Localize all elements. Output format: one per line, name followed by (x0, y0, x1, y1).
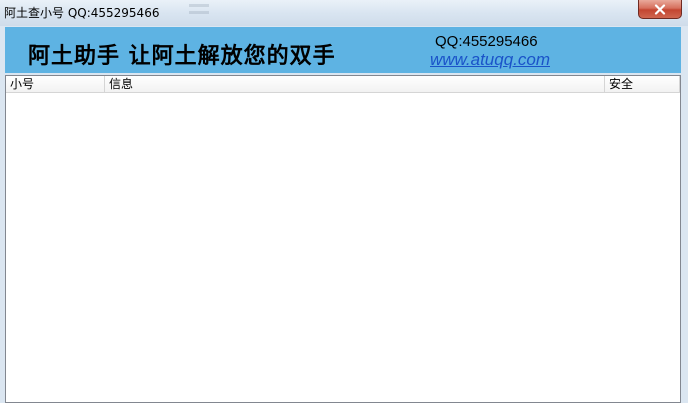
account-list[interactable]: 小号 信息 安全 (5, 75, 681, 403)
column-header-security[interactable]: 安全 (605, 76, 680, 92)
close-icon (654, 3, 666, 15)
banner: 阿土助手 让阿土解放您的双手 QQ:455295466 www.atuqq.co… (5, 27, 681, 73)
background-artifact (185, 0, 215, 24)
banner-url-link[interactable]: www.atuqq.com (430, 50, 550, 70)
list-header: 小号 信息 安全 (6, 76, 680, 93)
column-header-account[interactable]: 小号 (6, 76, 105, 92)
window-titlebar[interactable]: 阿土查小号 QQ:455295466 (0, 0, 688, 26)
banner-qq: QQ:455295466 (435, 33, 538, 50)
window-title: 阿土查小号 QQ:455295466 (4, 6, 160, 20)
banner-slogan: 阿土助手 让阿土解放您的双手 (28, 44, 336, 69)
close-button[interactable] (638, 0, 682, 19)
column-header-info[interactable]: 信息 (105, 76, 605, 92)
